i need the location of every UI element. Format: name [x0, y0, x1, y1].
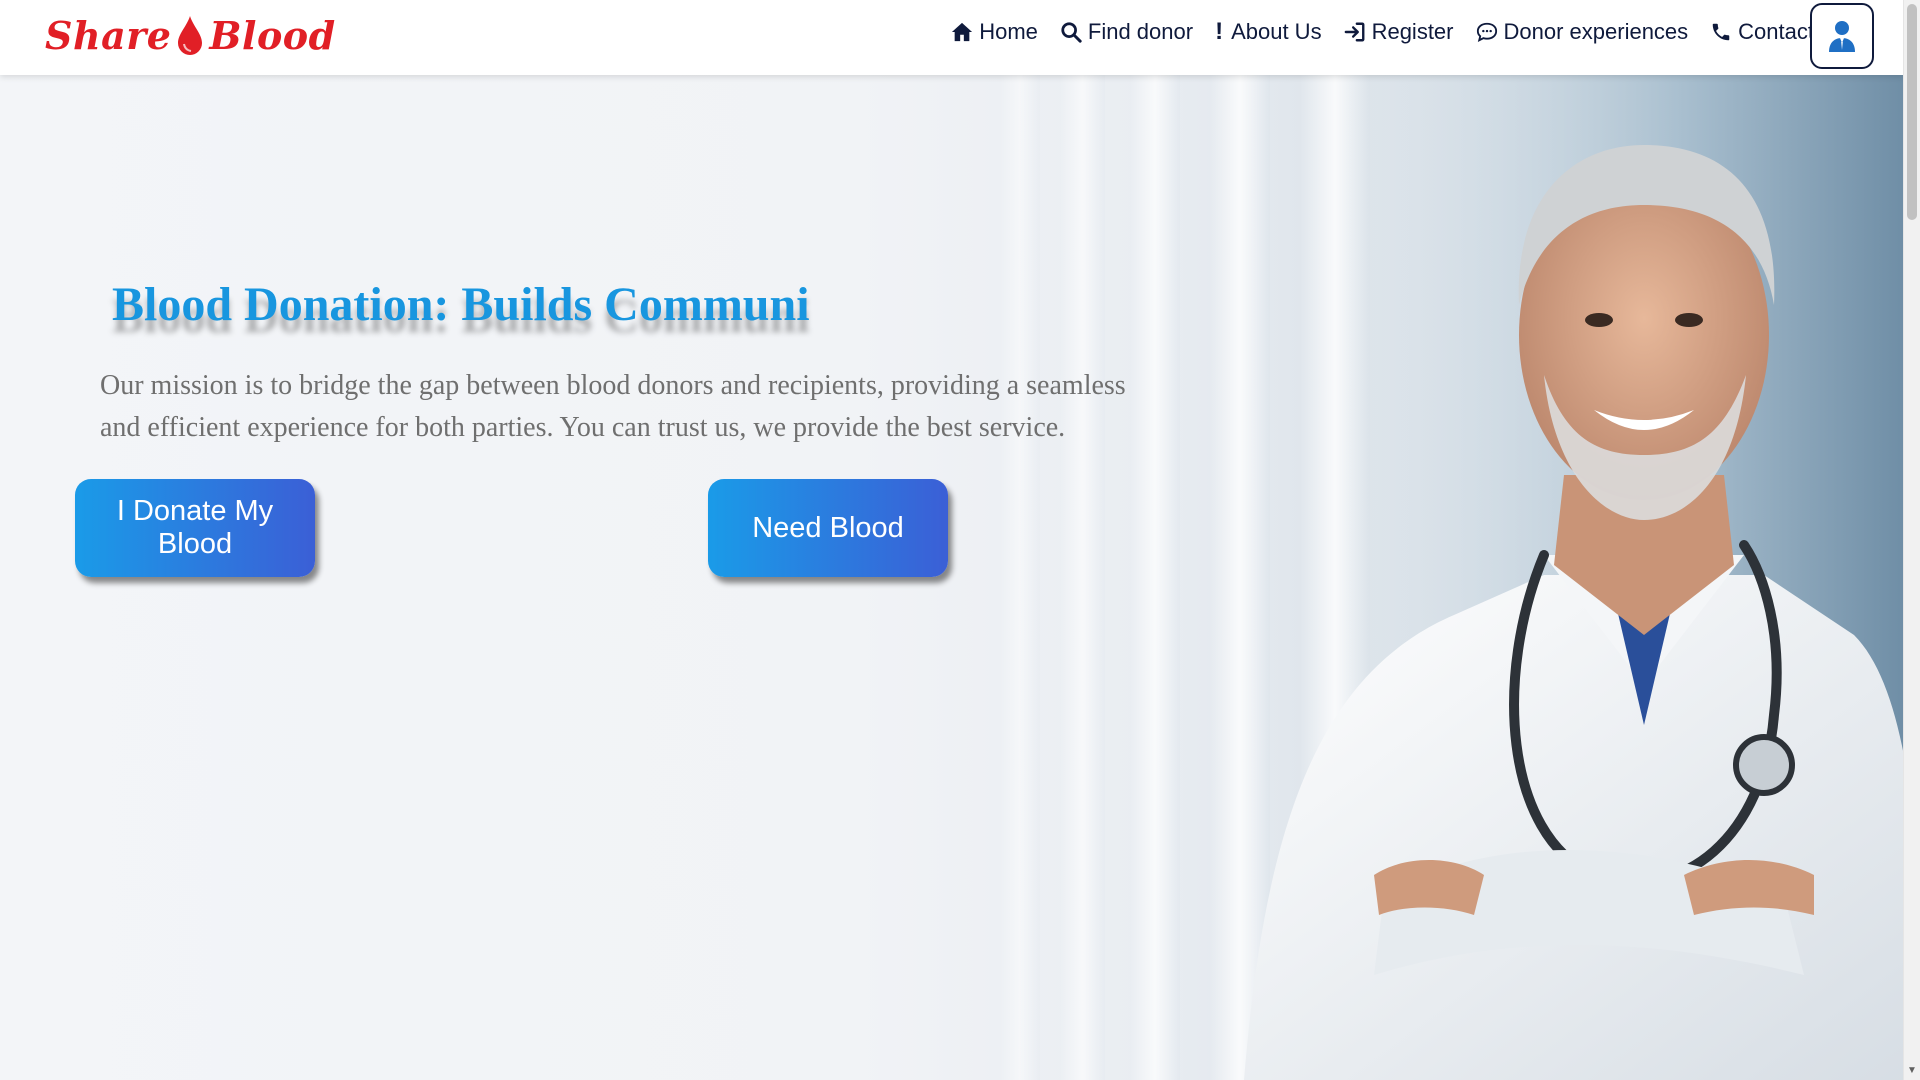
brand-text-share: Share	[45, 12, 172, 58]
exclamation-icon: !	[1215, 18, 1224, 45]
user-icon	[1829, 21, 1855, 52]
nav-register[interactable]: Register	[1344, 19, 1454, 45]
sign-in-icon	[1344, 22, 1365, 42]
donate-blood-button[interactable]: I Donate My Blood	[75, 479, 315, 577]
hero-mission-text: Our mission is to bridge the gap between…	[100, 370, 1126, 443]
brand-logo[interactable]: Share Blood	[45, 10, 336, 60]
home-icon	[952, 22, 973, 42]
nav-register-label: Register	[1371, 19, 1454, 44]
chat-bubble-icon	[1476, 22, 1497, 42]
hero-section: Blood Donation: Builds Communi Our missi…	[0, 75, 1904, 1080]
user-account-button[interactable]	[1810, 3, 1874, 69]
blood-drop-icon	[178, 16, 203, 55]
need-blood-button[interactable]: Need Blood	[708, 479, 948, 577]
nav-home[interactable]: Home	[951, 19, 1038, 45]
nav-about-us-label: About Us	[1231, 19, 1322, 44]
top-navbar: Share Blood Home Find donor ! About Us R…	[0, 0, 1904, 75]
search-icon	[1061, 22, 1082, 43]
nav-home-label: Home	[979, 19, 1038, 44]
doctor-photo	[1244, 75, 1904, 1080]
nav-find-donor-label: Find donor	[1087, 19, 1194, 44]
nav-find-donor[interactable]: Find donor	[1060, 19, 1193, 45]
scrollbar-thumb[interactable]	[1907, 4, 1917, 220]
nav-donor-experiences-label: Donor experiences	[1503, 19, 1689, 44]
brand-text-blood: Blood	[209, 12, 336, 58]
vertical-scrollbar[interactable]: ▼	[1903, 0, 1920, 1080]
main-nav: Home Find donor ! About Us Register Dono…	[951, 0, 1814, 64]
scroll-down-arrow-icon[interactable]: ▼	[1904, 1064, 1920, 1078]
hero-headline: Blood Donation: Builds Communi	[112, 278, 810, 331]
nav-about-us[interactable]: ! About Us	[1215, 18, 1322, 46]
phone-icon	[1712, 23, 1730, 41]
page: Share Blood Home Find donor ! About Us R…	[0, 0, 1920, 1080]
nav-contact[interactable]: Contact	[1710, 19, 1814, 45]
background-pillar	[1000, 75, 1040, 1080]
background-pillar	[1060, 75, 1105, 1080]
nav-donor-experiences[interactable]: Donor experiences	[1476, 19, 1689, 45]
nav-contact-label: Contact	[1738, 19, 1814, 44]
